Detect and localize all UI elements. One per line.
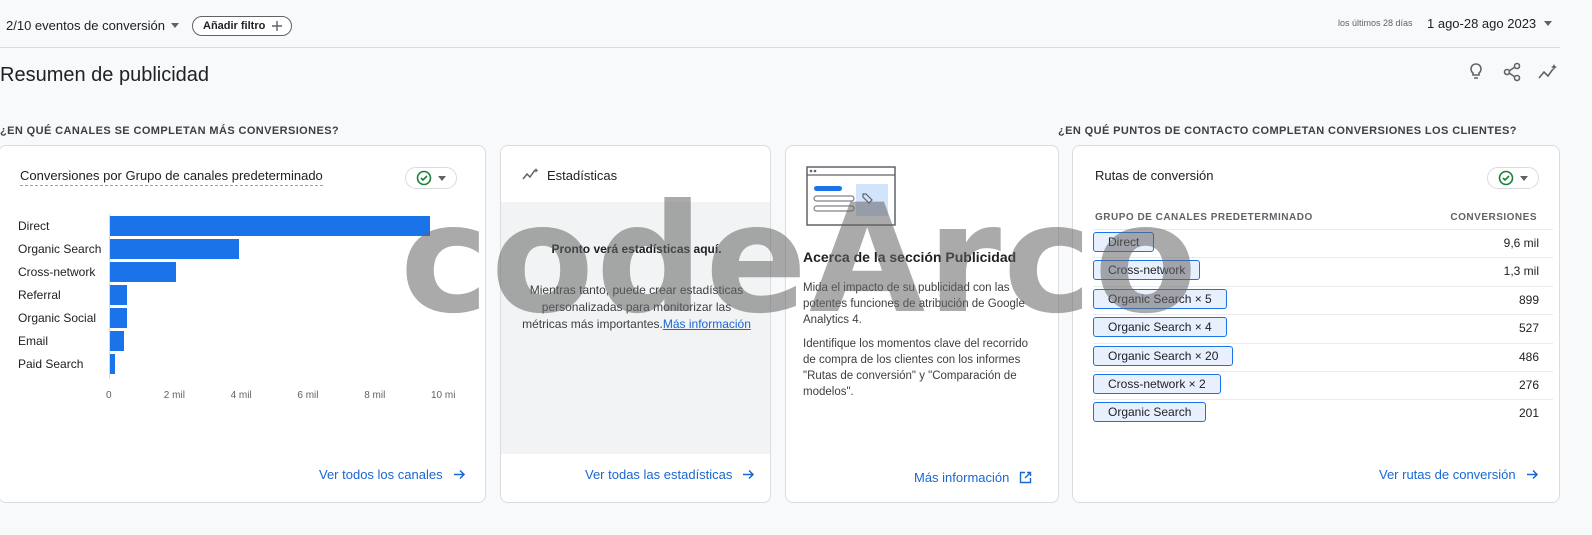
- bar-label: Referral: [18, 288, 61, 302]
- conversion-count: 486: [1518, 349, 1539, 364]
- see-all-channels-link[interactable]: Ver todos los canales: [319, 467, 466, 482]
- x-tick-label: 8 mil: [364, 390, 386, 401]
- column-header-channel-group: GRUPO DE CANALES PREDETERMINADO: [1095, 212, 1313, 223]
- conversion-path-chip[interactable]: Organic Search × 20: [1093, 345, 1234, 366]
- external-link-icon: [1020, 471, 1032, 484]
- chevron-down-icon: [1520, 175, 1528, 181]
- statistics-card-title: Estadísticas: [547, 168, 618, 183]
- row-divider: [1093, 371, 1553, 372]
- conversion-path-chip[interactable]: Organic Search: [1093, 402, 1207, 423]
- conversion-paths-title: Rutas de conversión: [1095, 168, 1214, 183]
- see-conversion-paths-link[interactable]: Ver rutas de conversión: [1379, 467, 1539, 482]
- bar[interactable]: [109, 285, 128, 305]
- column-header-conversions: CONVERSIONES: [1450, 212, 1537, 223]
- date-range-selector[interactable]: 1 ago-28 ago 2023: [1427, 16, 1553, 31]
- bar-label: Paid Search: [18, 357, 84, 371]
- bar[interactable]: [109, 308, 127, 328]
- bar-label: Direct: [18, 219, 50, 233]
- y-axis-line: [109, 214, 110, 379]
- check-circle-icon: [416, 170, 432, 186]
- see-all-stats-link[interactable]: Ver todas las estadísticas: [585, 467, 755, 482]
- statistics-empty-panel: Pronto verá estadísticas aquí. Mientras …: [501, 202, 770, 454]
- conversion-paths-card: Rutas de conversión GRUPO DE CANALES PRE…: [1072, 145, 1560, 503]
- row-divider: [1093, 314, 1553, 316]
- about-more-info-link[interactable]: Más información: [914, 470, 1032, 485]
- arrow-right-icon: [453, 469, 465, 480]
- chevron-down-icon: [171, 23, 179, 28]
- date-range-value: 1 ago-28 ago 2023: [1427, 16, 1537, 31]
- comparison-toggle[interactable]: [405, 167, 457, 189]
- channels-card: Conversiones por Grupo de canales predet…: [0, 145, 486, 503]
- about-card: Acerca de la sección Publicidad Mida el …: [785, 145, 1059, 503]
- check-circle-icon: [1498, 170, 1514, 186]
- page-title: Resumen de publicidad: [0, 64, 210, 86]
- bar-label: Organic Search: [18, 242, 102, 256]
- chevron-down-icon: [438, 175, 446, 181]
- x-tick-label: 6 mil: [297, 390, 319, 401]
- comparison-toggle[interactable]: [1487, 167, 1539, 189]
- chevron-down-icon: [1544, 21, 1553, 26]
- arrow-right-icon: [1526, 469, 1538, 480]
- more-info-inline-link[interactable]: Más información: [663, 317, 751, 331]
- conversion-path-chip[interactable]: Cross-network × 2: [1093, 374, 1221, 394]
- channels-card-title: Conversiones por Grupo de canales predet…: [20, 168, 323, 186]
- report-illustration: [806, 166, 896, 226]
- conversion-events-label: 2/10 eventos de conversión: [6, 18, 165, 33]
- conversion-count: 527: [1518, 321, 1539, 336]
- insights-icon[interactable]: [1537, 61, 1559, 83]
- x-tick-label: 10 mi: [431, 390, 456, 401]
- bar-label: Organic Social: [18, 311, 97, 325]
- date-range-caption: los últimos 28 días: [1338, 18, 1413, 28]
- touchpoints-section-heading: ¿EN QUÉ PUNTOS DE CONTACTO COMPLETAN CON…: [1058, 125, 1517, 137]
- add-filter-button[interactable]: Añadir filtro: [192, 16, 293, 36]
- row-divider: [1093, 342, 1553, 344]
- plus-icon: [272, 21, 283, 31]
- conversion-count: 9,6 mil: [1503, 236, 1539, 250]
- conversion-path-chip[interactable]: Organic Search × 5: [1093, 288, 1227, 309]
- row-divider: [1093, 285, 1553, 287]
- bar[interactable]: [109, 239, 240, 259]
- bar-label: Email: [18, 334, 49, 348]
- share-icon[interactable]: [1501, 61, 1523, 83]
- row-divider: [1093, 257, 1553, 259]
- x-tick-label: 2 mil: [163, 390, 185, 401]
- conversion-events-selector[interactable]: 2/10 eventos de conversión: [6, 18, 179, 33]
- bar-label: Cross-network: [18, 265, 96, 279]
- bar[interactable]: [109, 216, 430, 236]
- conversion-count: 201: [1518, 406, 1539, 421]
- conversion-count: 276: [1518, 378, 1539, 392]
- insights-icon: [522, 168, 539, 180]
- statistics-card: Estadísticas Pronto verá estadísticas aq…: [500, 145, 771, 503]
- bar[interactable]: [109, 262, 176, 282]
- row-divider: [1093, 399, 1553, 401]
- x-tick-label: 4 mil: [230, 390, 252, 401]
- about-card-paragraph-1: Mida el impacto de su publicidad con las…: [803, 282, 1025, 326]
- channels-section-heading: ¿EN QUÉ CANALES SE COMPLETAN MÁS CONVERS…: [0, 125, 340, 137]
- about-card-paragraph-2: Identifique los momentos clave del recor…: [803, 338, 1029, 398]
- conversion-count: 1,3 mil: [1503, 264, 1539, 279]
- conversion-path-chip[interactable]: Organic Search × 4: [1093, 317, 1227, 338]
- lightbulb-icon[interactable]: [1465, 61, 1487, 83]
- statistics-empty-heading: Pronto verá estadísticas aquí.: [551, 242, 722, 256]
- conversion-count: 899: [1518, 292, 1539, 307]
- conversion-path-chip[interactable]: Cross-network: [1093, 260, 1201, 281]
- statistics-empty-text: Mientras tanto, puede crear estadísticas…: [522, 283, 751, 331]
- about-card-title: Acerca de la sección Publicidad: [803, 249, 1017, 265]
- bar[interactable]: [109, 331, 125, 351]
- row-divider: [1093, 229, 1553, 230]
- add-filter-label: Añadir filtro: [203, 20, 266, 32]
- arrow-right-icon: [743, 469, 755, 480]
- conversion-path-chip[interactable]: Direct: [1093, 232, 1155, 252]
- header-actions: [1465, 61, 1559, 83]
- top-bar: 2/10 eventos de conversión Añadir filtro…: [0, 0, 1560, 48]
- x-tick-label: 0: [106, 390, 112, 401]
